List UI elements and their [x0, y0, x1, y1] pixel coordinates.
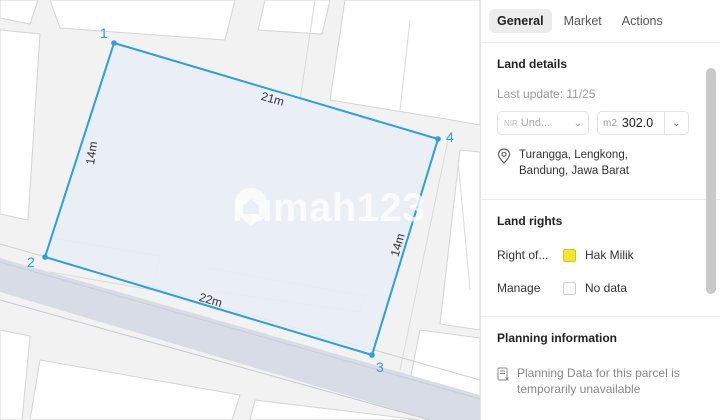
right-of-label: Right of... — [497, 248, 549, 262]
parcel-info-panel: General Market Actions Land details Last… — [480, 0, 720, 420]
last-update-text: Last update: 11/25 — [497, 87, 596, 101]
manage-label: Manage — [497, 281, 541, 295]
legend-swatch — [563, 281, 576, 295]
area-value: 302.0 — [621, 116, 654, 130]
area-select[interactable]: m2 302.0 ⌄ — [597, 111, 689, 135]
chevron-down-icon[interactable]: ⌄ — [664, 112, 688, 134]
nir-value: Und... — [520, 117, 551, 129]
vertex-label: 4 — [446, 129, 454, 145]
chevron-down-icon: ⌄ — [573, 117, 582, 129]
location-pin-icon — [497, 148, 511, 164]
tab-market[interactable]: Market — [556, 9, 610, 33]
legend-swatch — [563, 248, 576, 262]
right-of-row: Right of... Hak Milik — [497, 248, 634, 262]
manage-value: No data — [585, 281, 628, 295]
right-of-value: Hak Milik — [585, 248, 634, 262]
planning-note-text: Planning Data for this parcel is tempora… — [517, 366, 680, 396]
planning-section: Planning information Planning Data for t… — [481, 317, 720, 420]
address-text: Turangga, Lengkong, Bandung, Jawa Barat — [519, 149, 629, 177]
nir-select[interactable]: NIR Und... ⌄ — [497, 111, 589, 135]
document-x-icon — [497, 367, 509, 381]
nir-prefix: NIR — [504, 118, 518, 128]
tab-actions[interactable]: Actions — [614, 9, 671, 33]
vertex-label: 1 — [100, 25, 108, 41]
land-details-title: Land details — [497, 57, 568, 71]
vertex-label: 2 — [27, 254, 35, 270]
planning-note: Planning Data for this parcel is tempora… — [497, 365, 712, 397]
address-row: Turangga, Lengkong, Bandung, Jawa Barat — [497, 147, 639, 179]
manage-row: Manage No data — [497, 281, 627, 295]
area-unit: m2 — [603, 117, 617, 129]
land-rights-section: Land rights Right of... Hak Milik Manage… — [481, 200, 720, 317]
panel-tabs: General Market Actions — [481, 0, 720, 43]
planning-title: Planning information — [497, 331, 617, 345]
land-details-section: Land details Last update: 11/25 NIR Und.… — [481, 43, 720, 200]
map-svg — [0, 0, 480, 420]
tab-general[interactable]: General — [489, 9, 552, 33]
land-rights-title: Land rights — [497, 214, 563, 228]
panel-scrollbar[interactable] — [706, 68, 716, 294]
vertex-label: 3 — [376, 359, 384, 375]
